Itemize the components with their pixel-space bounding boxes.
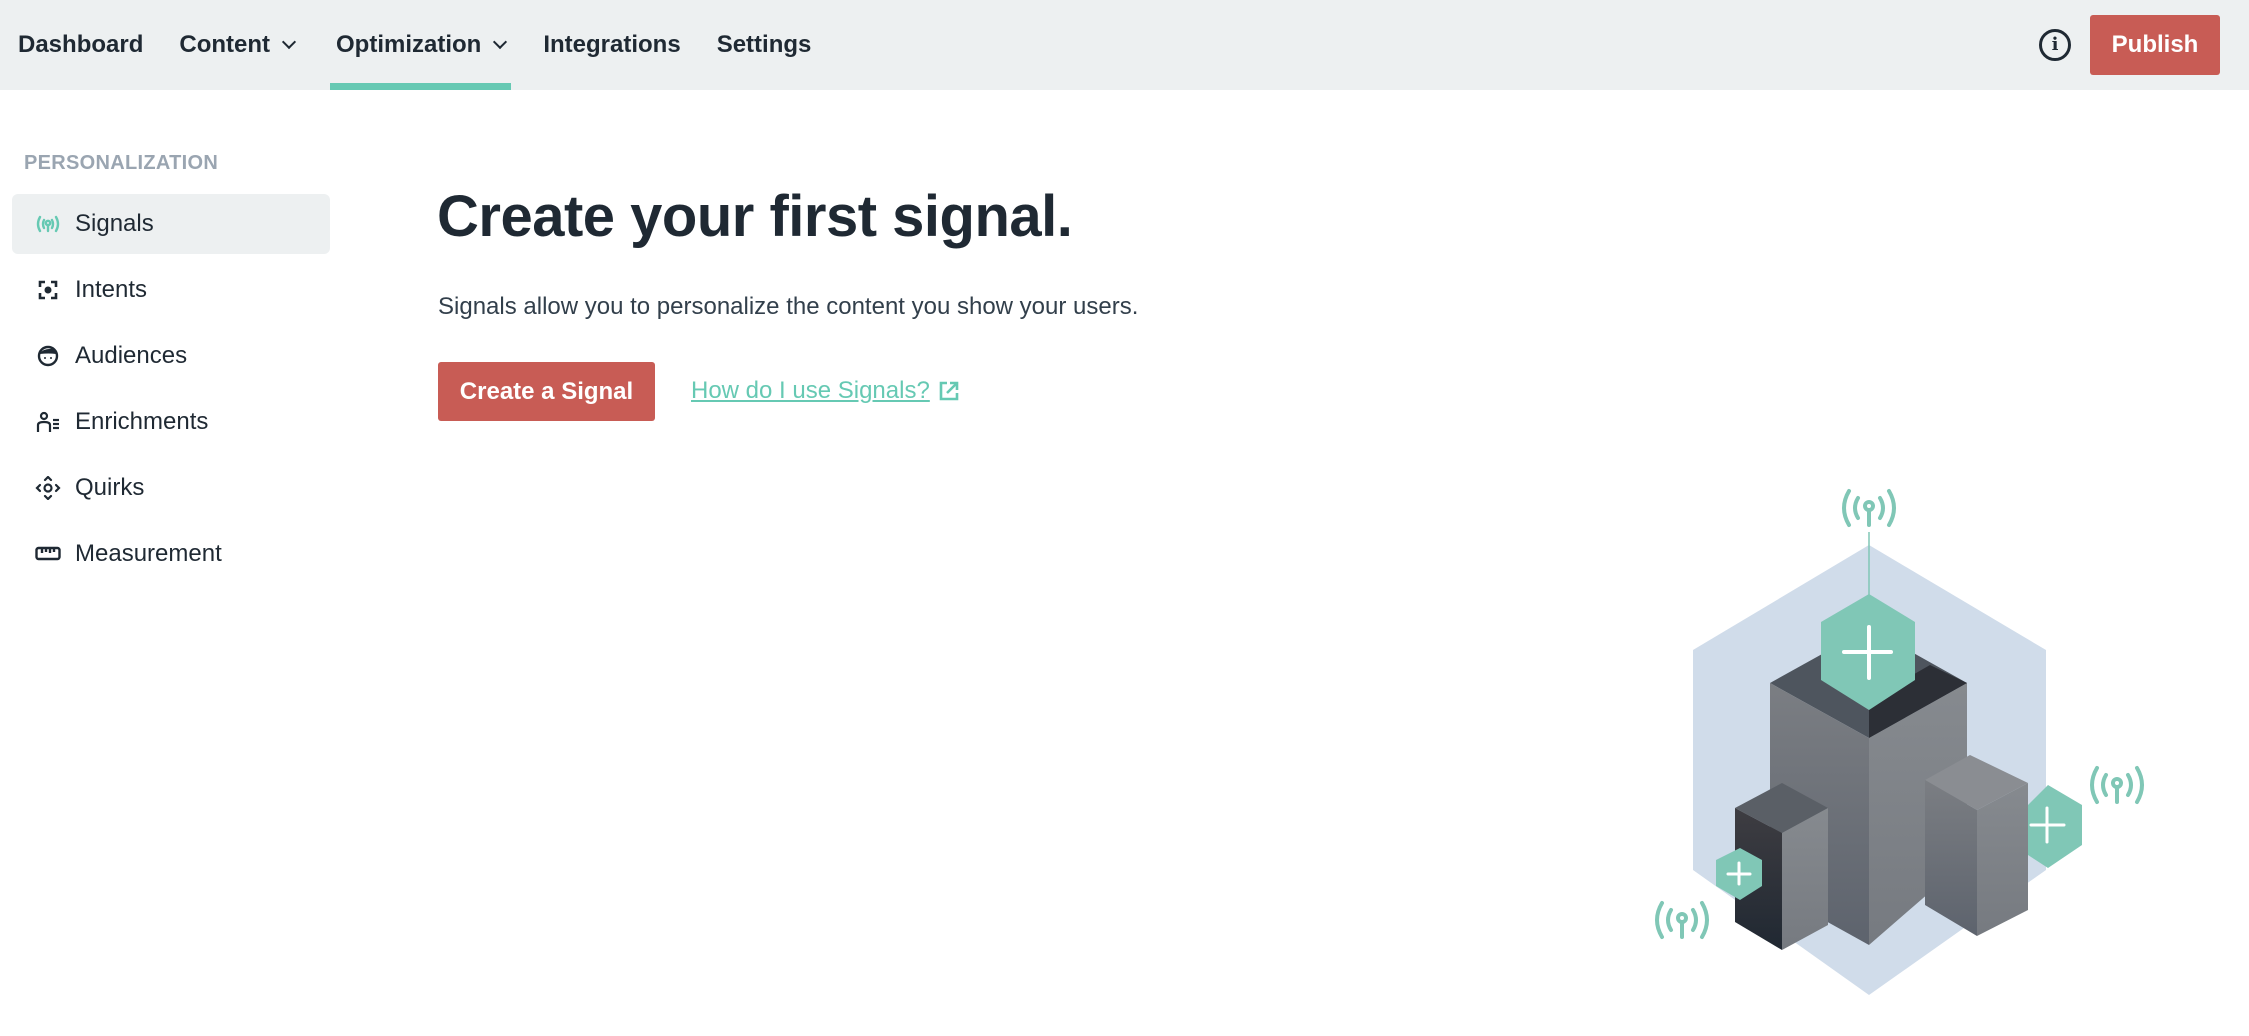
chevron-down-icon [281,34,297,50]
ruler-icon [35,546,61,561]
chevron-down-icon [493,34,508,50]
sidebar-item-label: Signals [75,210,154,237]
sidebar-item-enrichments[interactable]: Enrichments [12,392,330,452]
sidebar-item-label: Measurement [75,540,222,567]
nav-content-label: Content [179,31,271,58]
audience-icon [37,345,59,367]
nav-optimization-label: Optimization [336,31,482,58]
signals-illustration [1655,489,2144,995]
page-title: Create your first signal. [437,184,1073,249]
signal-icon [36,215,60,233]
nav-dashboard-label: Dashboard [18,31,144,58]
help-link[interactable]: How do I use Signals? [691,377,960,405]
sidebar-item-label: Audiences [75,342,188,369]
nav-optimization[interactable]: Optimization [330,0,512,90]
quirk-icon [35,476,61,500]
sidebar-item-intents[interactable]: Intents [12,260,330,320]
sidebar-item-audiences[interactable]: Audiences [12,326,330,386]
antenna-right-icon [2090,766,2144,804]
publish-button[interactable]: Publish [2090,15,2220,75]
nav-integrations-label: Integrations [543,31,681,58]
sidebar-item-label: Enrichments [75,408,209,435]
antenna-left-icon [1655,901,1709,939]
sidebar-item-label: Intents [75,276,148,303]
info-icon[interactable]: i [2039,29,2071,61]
sidebar-heading: PERSONALIZATION [24,152,219,174]
nav-dashboard[interactable]: Dashboard [18,0,143,90]
sidebar-item-signals[interactable]: Signals [12,194,330,254]
create-signal-button[interactable]: Create a Signal [438,362,655,421]
add-hexagon-right [2028,785,2082,868]
right-tower [1925,755,2028,936]
top-navigation-bar: Dashboard Content Optimization Integrati… [0,0,2249,90]
sidebar-item-measurement[interactable]: Measurement [12,524,330,584]
nav-settings[interactable]: Settings [717,0,812,90]
nav-integrations[interactable]: Integrations [543,0,680,90]
enrichment-icon [36,411,59,432]
help-link-label: How do I use Signals? [691,377,930,404]
external-link-icon [939,381,959,401]
intent-icon [38,280,58,300]
antenna-top-icon [1842,489,1896,527]
page-description: Signals allow you to personalize the con… [438,293,1139,320]
info-glyph: i [2051,34,2059,55]
nav-content[interactable]: Content [179,0,297,90]
sidebar-item-quirks[interactable]: Quirks [12,458,330,518]
main-nav: Dashboard Content Optimization Integrati… [0,0,811,90]
sidebar-item-label: Quirks [75,474,145,501]
nav-settings-label: Settings [716,31,812,58]
